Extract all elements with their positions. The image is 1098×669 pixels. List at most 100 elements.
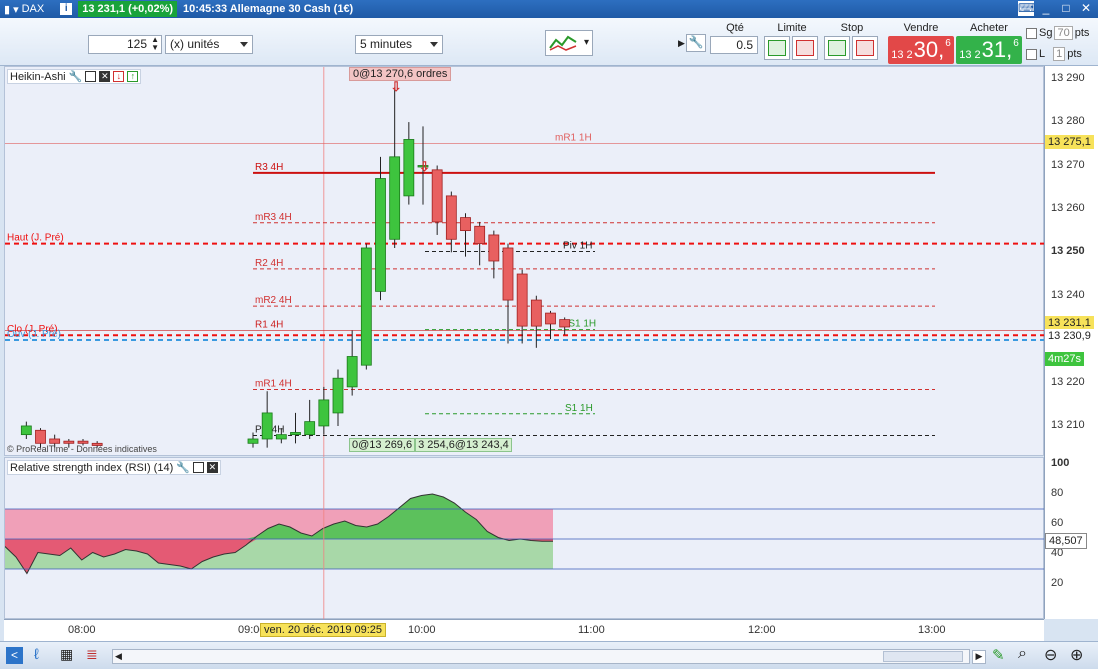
scroll-right-icon[interactable]: ▶	[972, 650, 986, 664]
candle-body	[516, 273, 528, 327]
sg-unit: pts	[1074, 27, 1090, 39]
price-chart[interactable]: mR1 1H R3 4H mR3 4H Haut (J. Pré) Piv 1H R2 4…	[4, 66, 1045, 457]
price-tick: 13 220	[1051, 375, 1085, 388]
sg-input[interactable]: 70	[1054, 26, 1073, 40]
chevron-down-icon: ▾	[13, 3, 19, 16]
price-chart-svg: mR1 1H R3 4H mR3 4H Haut (J. Pré) Piv 1H R2 4…	[5, 67, 1045, 457]
close-icon[interactable]: ✕	[1078, 1, 1094, 16]
sg-row: Sg 70 pts	[1026, 26, 1089, 40]
chevron-down-icon	[240, 42, 248, 47]
limit-label: Limite	[777, 22, 807, 34]
price-tick: 13 250	[1051, 245, 1085, 258]
wrench-icon[interactable]: 🔧	[69, 70, 83, 83]
chart-type-icon	[549, 35, 577, 51]
l-input[interactable]: 1	[1053, 47, 1066, 61]
minimize-icon[interactable]: _	[1038, 1, 1054, 16]
wrench-icon[interactable]: 🔧	[176, 461, 190, 474]
scroll-thumb[interactable]	[883, 651, 963, 662]
share-icon[interactable]: <	[6, 647, 23, 664]
rsi-tick: 60	[1051, 517, 1064, 529]
arrow-up-icon[interactable]: ↑	[127, 71, 139, 82]
bottom-toolbar: < ℓ ▦ ≣ ◀ ▶ ✎ ⌕ ⊖ ⊕	[0, 641, 1098, 669]
level-price-badge: 13 275,1	[1045, 135, 1094, 150]
spinner-icon[interactable]: ▲ ▼	[151, 36, 159, 52]
candle-body	[304, 421, 316, 436]
time-axis[interactable]: 13:00 12:00 11:00 10:00 09:00 08:00 ven. 20 d…	[4, 619, 1044, 641]
price-axis[interactable]: 13 290 13 280 13 270 13 260 13 250 13 240 13 2…	[1044, 66, 1098, 619]
cursor-time-label: ven. 20 déc. 2019 09:25	[260, 623, 387, 637]
candle-body	[63, 440, 75, 444]
candle-body	[77, 440, 89, 444]
quantity-stepper[interactable]: 125 ▲ ▼	[88, 35, 162, 54]
indicator-name: Heikin-Ashi	[10, 70, 66, 83]
layers-icon[interactable]: ≣	[86, 646, 98, 663]
candle-body	[431, 169, 443, 223]
sell-prefix: 13 2	[891, 49, 913, 61]
limit-sell-button[interactable]	[792, 36, 818, 60]
stop-buy-button[interactable]	[824, 36, 850, 60]
l-checkbox[interactable]	[1026, 48, 1037, 60]
order-arrow-icon: ⇩	[391, 79, 402, 94]
candle-body	[545, 312, 556, 325]
scroll-left-icon[interactable]: ◀	[115, 651, 122, 662]
arrow-down-icon[interactable]: ↓	[113, 71, 125, 82]
limit-sell-icon	[796, 40, 814, 56]
candle-body	[261, 412, 273, 440]
sg-checkbox[interactable]	[1026, 27, 1037, 39]
time-tick: 11:00	[578, 624, 605, 636]
close-icon[interactable]: ✕	[206, 462, 218, 473]
collapse-arrow-icon[interactable]: ▶	[678, 38, 685, 49]
close-icon[interactable]: ✕	[99, 71, 111, 82]
buy-button[interactable]: 13 2 31, 6	[956, 36, 1022, 64]
order-tag-right[interactable]: 3 254,6@13 243,4	[415, 438, 512, 452]
order-tag-left[interactable]: 0@13 269,6	[349, 438, 416, 452]
time-instrument: 10:45:33 Allemagne 30 Cash (1€)	[183, 3, 354, 15]
chevron-down-icon	[430, 42, 438, 47]
clo-price-badge: 13 230,9	[1045, 328, 1094, 343]
info-icon[interactable]: i	[60, 3, 73, 15]
order-arrow-icon: ⇩	[419, 159, 430, 174]
keyboard-icon[interactable]: ⌨	[1018, 1, 1035, 16]
level-label: Piv 1H	[563, 240, 592, 251]
limit-buy-button[interactable]	[764, 36, 790, 60]
candle-body	[474, 225, 486, 245]
horizontal-scrollbar[interactable]: ◀	[112, 649, 970, 664]
level-label: R1 4H	[255, 319, 283, 330]
drawing-tool-icon[interactable]: ✎	[992, 646, 1005, 664]
candle-body	[488, 234, 500, 262]
candle-body	[332, 377, 344, 414]
top-order-tag[interactable]: 0@13 270,6 ordres	[349, 67, 452, 81]
wrench-icon[interactable]: 🔧	[686, 34, 706, 52]
rsi-pane[interactable]: Relative strength index (RSI) (14) 🔧 ✕	[4, 457, 1045, 620]
sell-button[interactable]: 13 2 30, 6	[888, 36, 954, 64]
unit-select[interactable]: (x) unités	[165, 35, 253, 54]
level-label: mR1 4H	[255, 378, 292, 389]
qty-input[interactable]: 0.5	[710, 36, 758, 54]
stop-sell-button[interactable]	[852, 36, 878, 60]
title-bar: ▮ ▾ DAX i 13 231,1 (+0,02%) 10:45:33 All…	[0, 0, 1098, 18]
candle-body	[247, 438, 259, 444]
stop-sell-icon	[856, 40, 874, 56]
chart-type-button[interactable]: ▾	[545, 30, 593, 56]
chevron-down-icon: ▾	[583, 37, 589, 48]
window-icon[interactable]	[85, 71, 97, 82]
zoom-out-icon[interactable]: ⊖	[1044, 645, 1057, 665]
menu-dropdown[interactable]: ▮ ▾ DAX	[4, 3, 44, 16]
rsi-header: Relative strength index (RSI) (14) 🔧 ✕	[7, 460, 221, 475]
indicator-icon[interactable]: ℓ	[34, 646, 39, 663]
zoom-auto-icon[interactable]: ⌕	[1018, 645, 1027, 663]
sg-label: Sg	[1039, 27, 1053, 39]
stop-buy-icon	[828, 40, 846, 56]
zoom-in-icon[interactable]: ⊕	[1070, 645, 1083, 665]
candle-body	[318, 399, 330, 427]
maximize-icon[interactable]: □	[1058, 1, 1074, 16]
price-tick: 13 290	[1051, 71, 1085, 84]
timeframe-select[interactable]: 5 minutes	[355, 35, 443, 54]
level-label: Ouv (J. Pré)	[7, 329, 61, 340]
calculator-icon[interactable]: ▦	[60, 646, 73, 663]
window-icon[interactable]	[192, 462, 204, 473]
stop-label: Stop	[840, 22, 864, 34]
candle-body	[360, 247, 372, 366]
time-tick: 12:00	[748, 624, 776, 636]
level-label: R2 4H	[255, 258, 283, 269]
